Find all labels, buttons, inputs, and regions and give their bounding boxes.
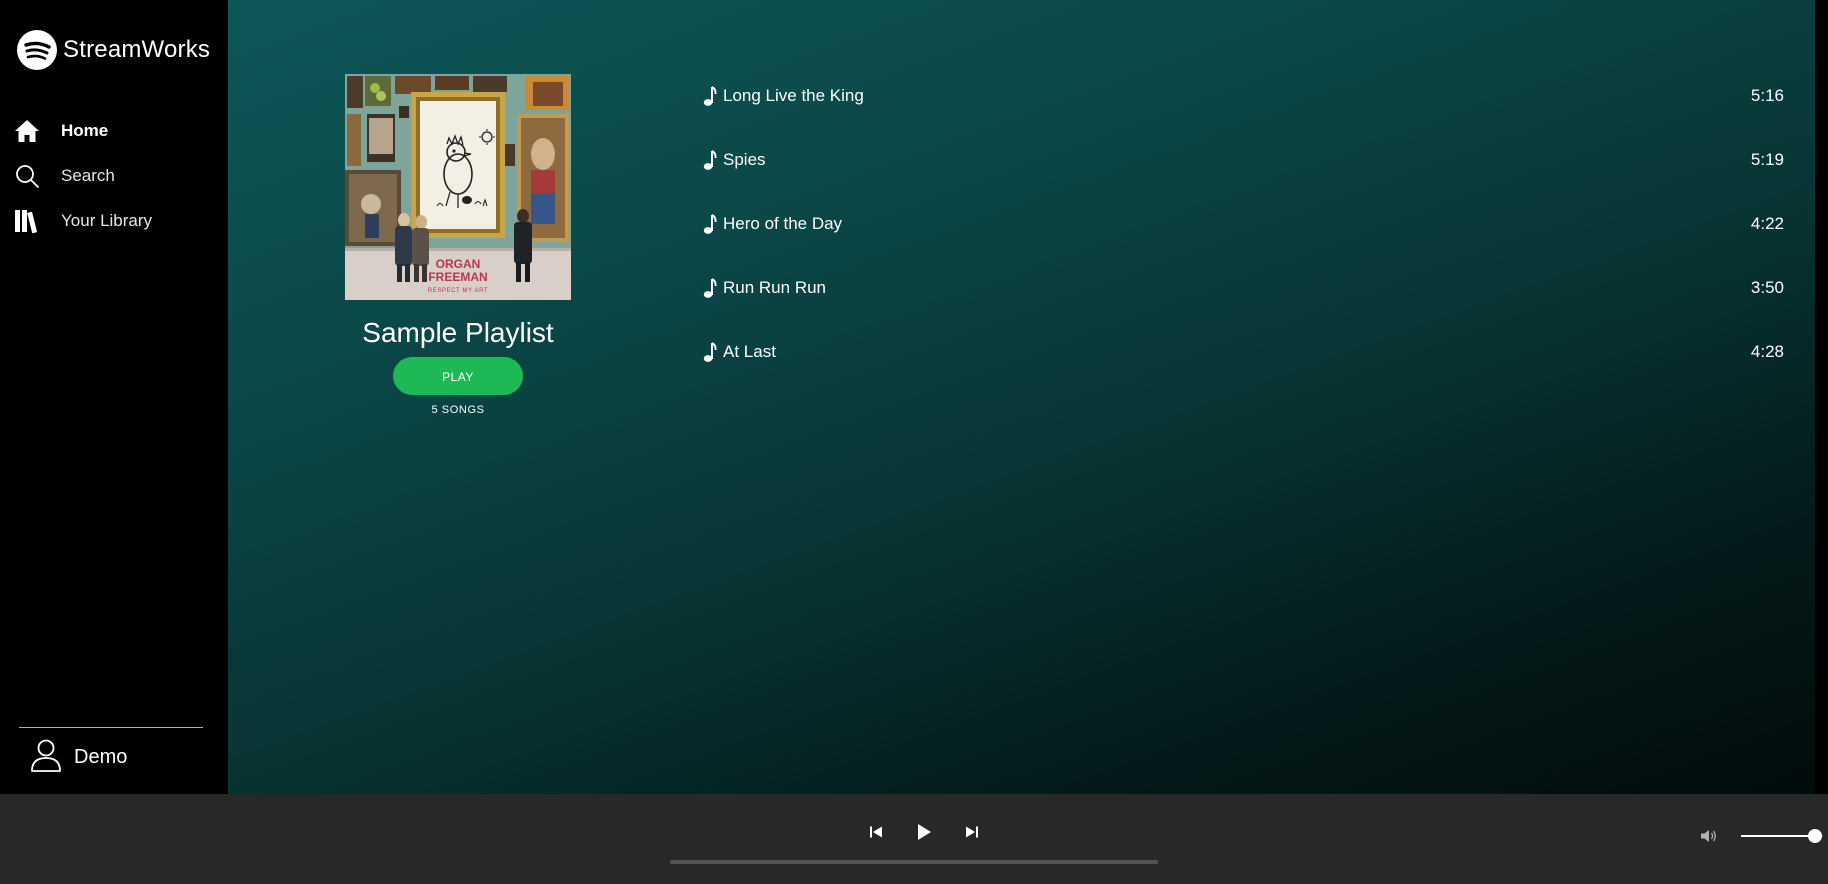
- track-duration: 5:19: [1750, 150, 1784, 169]
- sidebar-item-home[interactable]: Home: [14, 108, 214, 153]
- track-row[interactable]: At Last 4:28: [700, 320, 1784, 384]
- playlist-title: Sample Playlist: [362, 317, 554, 348]
- track-title: At Last: [723, 342, 776, 361]
- divider: [19, 727, 203, 728]
- volume-slider[interactable]: [1741, 828, 1823, 844]
- song-count: 5 SONGS: [431, 404, 485, 416]
- brand[interactable]: StreamWorks: [17, 30, 210, 70]
- playlist-card: ORGAN FREEMAN RESPECT MY ART Sample Play…: [345, 74, 571, 416]
- svg-text:RESPECT MY ART: RESPECT MY ART: [428, 288, 488, 294]
- track-title: Spies: [723, 150, 766, 169]
- scrollbar-gutter: [1815, 0, 1828, 794]
- main-content: ORGAN FREEMAN RESPECT MY ART Sample Play…: [228, 0, 1815, 794]
- track-duration: 4:22: [1750, 214, 1784, 233]
- brand-name: StreamWorks: [63, 36, 211, 63]
- play-playlist-button[interactable]: PLAY: [393, 357, 523, 395]
- home-icon: [14, 118, 40, 144]
- track-title: Hero of the Day: [723, 214, 843, 233]
- track-row[interactable]: Spies 5:19: [700, 128, 1784, 192]
- sidebar-nav: Home Search Your Library: [14, 108, 214, 243]
- track-title: Run Run Run: [723, 278, 827, 297]
- track-title: Long Live the King: [723, 86, 864, 105]
- app-window: StreamWorks Home Search Your Library Dem…: [0, 0, 1828, 884]
- music-note-icon: [700, 149, 720, 171]
- music-note-icon: [700, 85, 720, 107]
- volume-icon[interactable]: [1700, 827, 1718, 845]
- user-icon: [30, 738, 62, 777]
- svg-text:ORGAN: ORGAN: [436, 257, 481, 271]
- playback-progress-bar[interactable]: [670, 860, 1158, 864]
- sidebar-item-label: Home: [61, 120, 109, 140]
- track-duration: 3:50: [1750, 278, 1784, 297]
- sidebar-item-library[interactable]: Your Library: [14, 198, 214, 243]
- player-bar: [0, 794, 1828, 884]
- track-row[interactable]: Run Run Run 3:50: [700, 256, 1784, 320]
- user-profile[interactable]: Demo: [30, 738, 127, 777]
- previous-icon[interactable]: [862, 818, 890, 846]
- track-row[interactable]: Long Live the King 5:16: [700, 64, 1784, 128]
- music-note-icon: [700, 341, 720, 363]
- volume-slider-handle[interactable]: [1807, 829, 1822, 843]
- user-name: Demo: [74, 746, 128, 768]
- track-duration: 4:28: [1750, 342, 1784, 361]
- sidebar-item-search[interactable]: Search: [14, 153, 214, 198]
- track-row[interactable]: Hero of the Day 4:22: [700, 192, 1784, 256]
- music-note-icon: [700, 213, 720, 235]
- streamworks-logo-icon: [17, 30, 57, 70]
- search-icon: [14, 163, 40, 189]
- library-icon: [14, 208, 40, 234]
- track-duration: 5:16: [1750, 86, 1784, 105]
- music-note-icon: [700, 277, 720, 299]
- playback-controls: [862, 818, 986, 846]
- sidebar-item-label: Search: [61, 165, 115, 185]
- next-icon[interactable]: [958, 818, 986, 846]
- volume-fill: [1741, 835, 1815, 837]
- track-list: Long Live the King 5:16 Spies 5:19 Hero …: [700, 64, 1784, 384]
- svg-text:FREEMAN: FREEMAN: [428, 270, 487, 284]
- play-icon[interactable]: [910, 818, 938, 846]
- volume-control: [1700, 827, 1823, 845]
- sidebar-item-label: Your Library: [61, 210, 153, 230]
- sidebar: StreamWorks Home Search Your Library Dem…: [0, 0, 228, 794]
- playlist-cover[interactable]: ORGAN FREEMAN RESPECT MY ART: [345, 74, 571, 300]
